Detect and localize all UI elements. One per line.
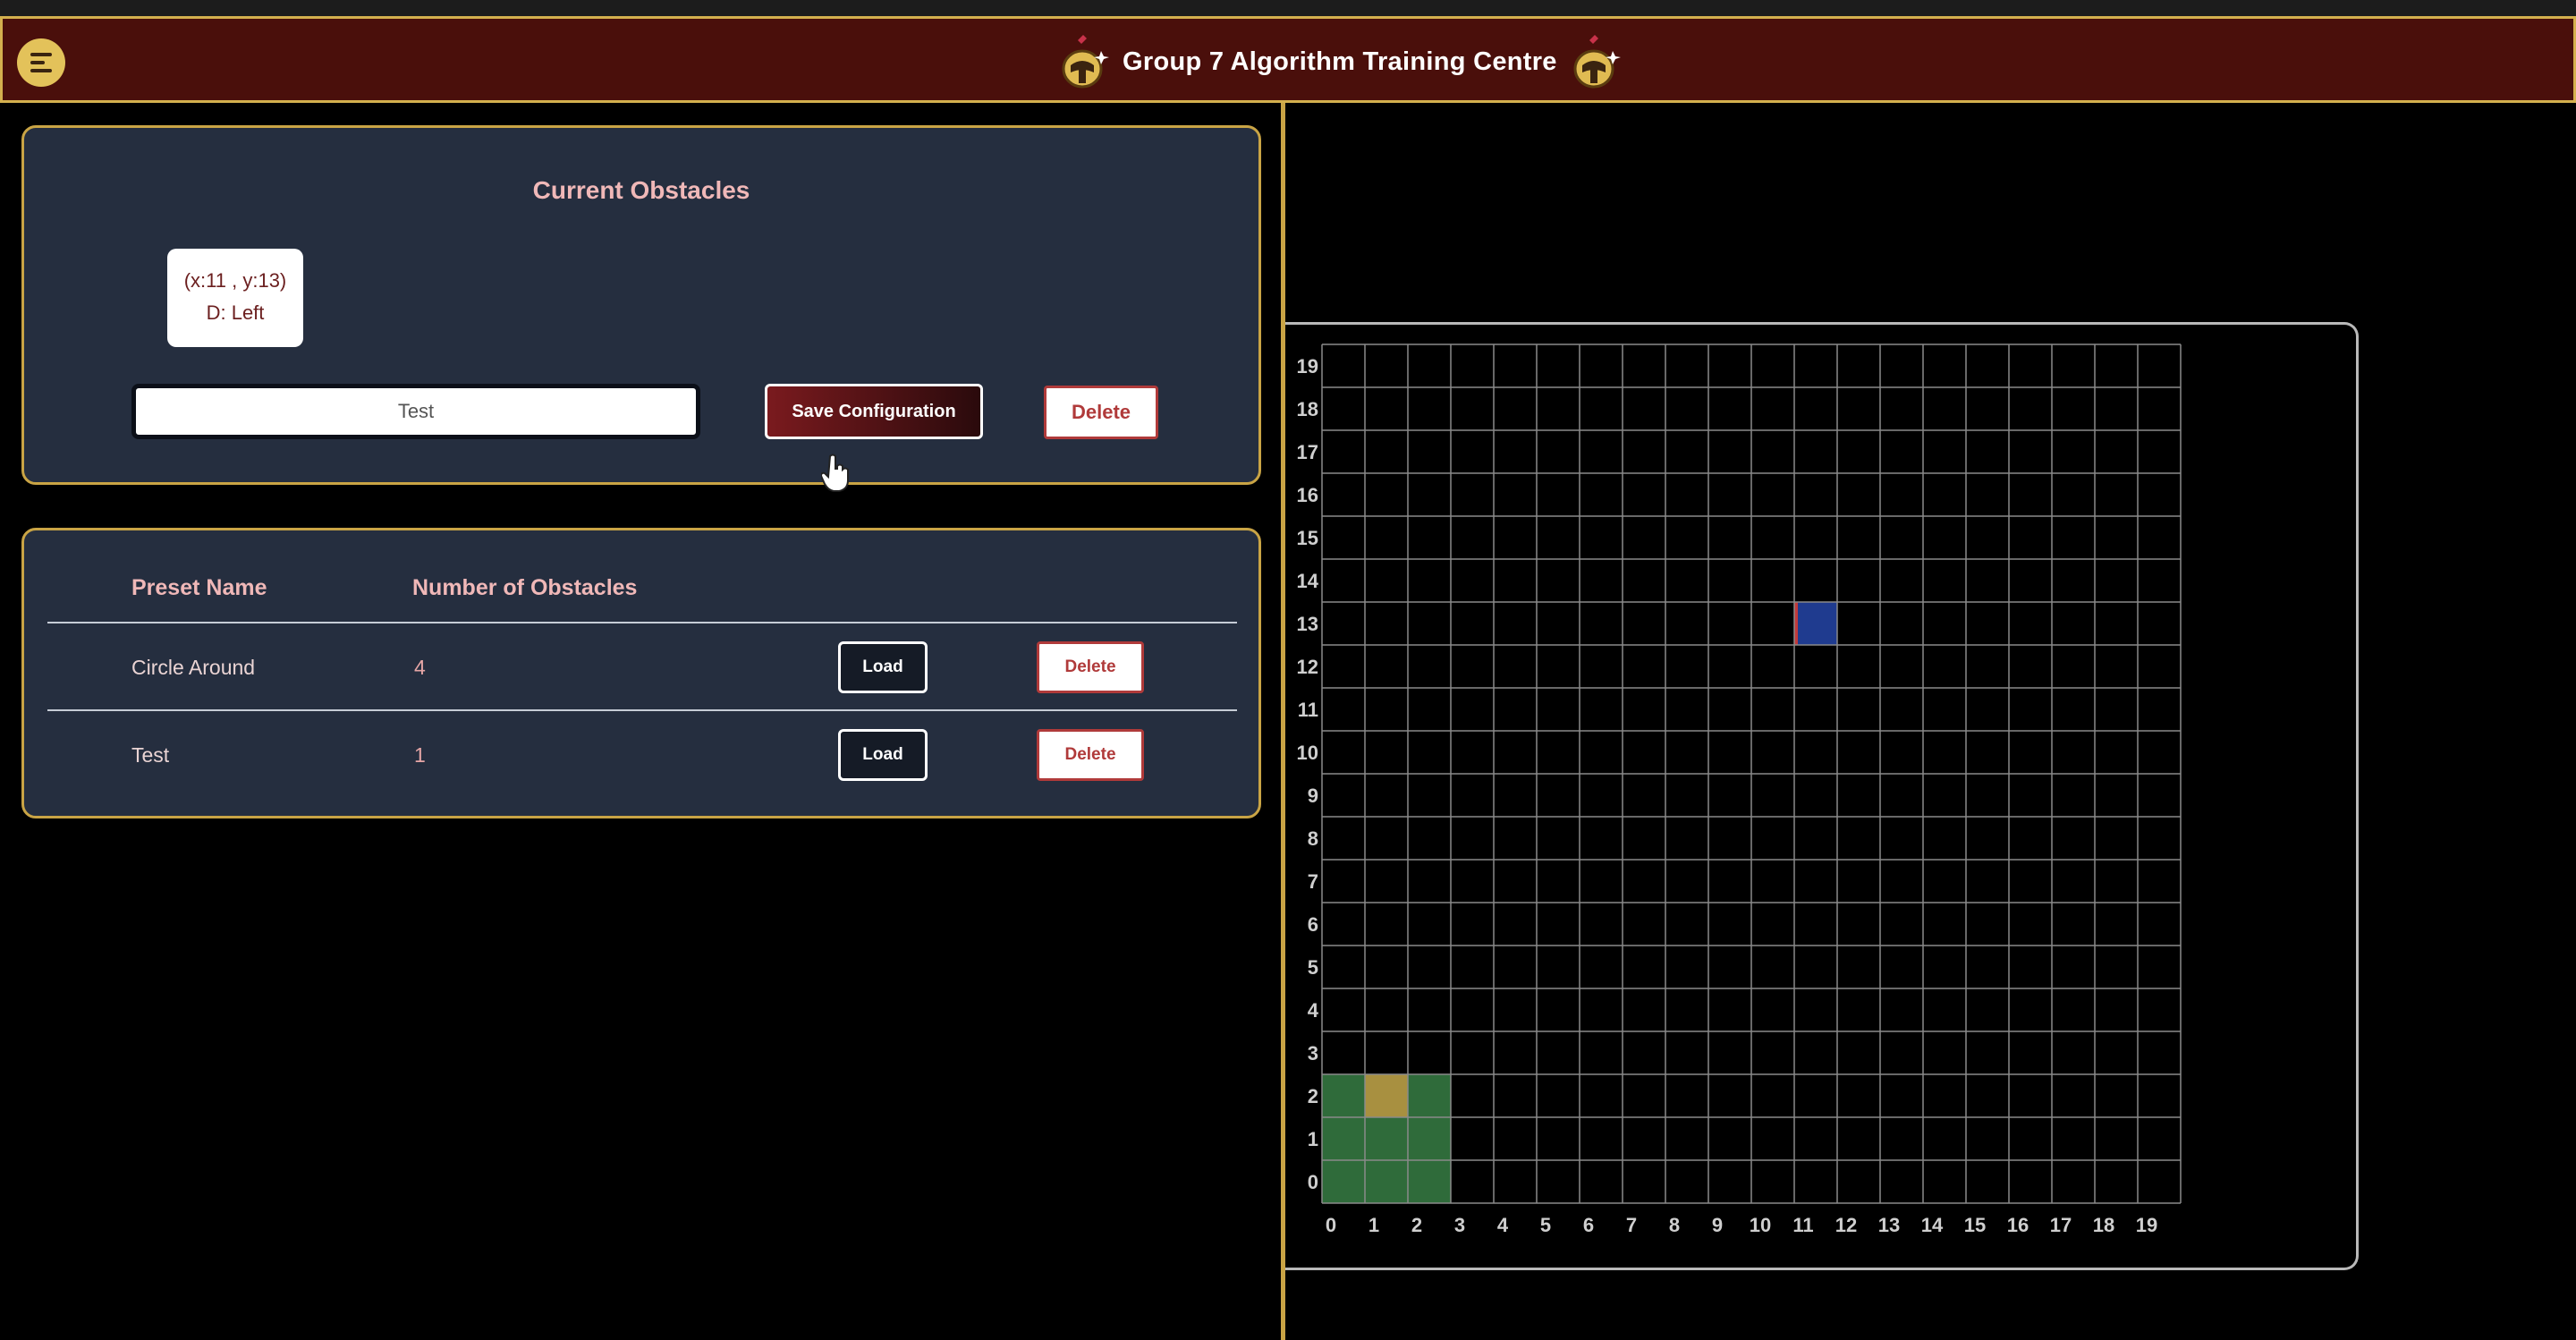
y-axis-label: 2: [1308, 1085, 1318, 1107]
x-axis-label: 6: [1583, 1214, 1594, 1236]
start-zone-cell: [1408, 1074, 1451, 1117]
header-title-group: Group 7 Algorithm Training Centre: [1058, 33, 1622, 90]
current-obstacles-title: Current Obstacles: [532, 176, 750, 204]
arena-grid[interactable]: 0 1 2 3 4 5 6 7 8 9 10 11 12 13 14 15 16 17 18 191918171615…: [1285, 340, 2269, 1252]
y-axis-label: 6: [1308, 913, 1318, 936]
presets-panel: Preset Name Number of Obstacles Circle A…: [21, 528, 1261, 818]
preset-name-cell: Circle Around: [131, 656, 256, 679]
delete-preset-button[interactable]: Delete: [1037, 641, 1144, 693]
obstacle-direction: D: Left: [206, 301, 265, 324]
y-axis-label: 14: [1297, 570, 1319, 592]
menu-button[interactable]: [17, 38, 65, 87]
start-zone-cell: [1322, 1117, 1365, 1160]
y-axis-label: 1: [1308, 1128, 1318, 1150]
y-axis-label: 15: [1297, 527, 1318, 549]
start-zone-cell: [1365, 1160, 1408, 1203]
table-divider: [47, 709, 1237, 711]
x-axis-label: 4: [1497, 1214, 1509, 1236]
y-axis-label: 8: [1308, 827, 1318, 850]
obstacle-coords: (x:11 , y:13): [183, 269, 287, 292]
y-axis-label: 3: [1308, 1042, 1318, 1064]
delete-obstacles-button[interactable]: Delete: [1044, 386, 1158, 439]
x-axis-label: 14: [1921, 1214, 1944, 1236]
y-axis-label: 7: [1308, 870, 1318, 893]
y-axis-label: 13: [1297, 613, 1318, 635]
start-zone-cell: [1322, 1160, 1365, 1203]
y-axis-label: 19: [1297, 355, 1318, 377]
app-header: Group 7 Algorithm Training Centre: [0, 16, 2576, 103]
y-axis-label: 9: [1308, 784, 1318, 807]
pointer-cursor-icon: [821, 454, 849, 492]
y-axis-label: 17: [1297, 441, 1318, 463]
y-axis-label: 12: [1297, 656, 1318, 678]
x-axis-label: 1: [1368, 1214, 1379, 1236]
y-axis-label: 18: [1297, 398, 1318, 420]
x-axis-label: 5: [1540, 1214, 1551, 1236]
preset-name-cell: Test: [131, 743, 170, 767]
obstacle-count-cell: 4: [414, 656, 426, 679]
y-axis-label: 10: [1297, 742, 1318, 764]
table-divider: [47, 622, 1237, 623]
obstacle-count-header: Number of Obstacles: [412, 575, 638, 600]
y-axis-label: 4: [1308, 999, 1319, 1022]
x-axis-label: 7: [1626, 1214, 1637, 1236]
load-preset-button[interactable]: Load: [838, 729, 928, 781]
hamburger-icon-line: [30, 61, 45, 64]
save-configuration-button[interactable]: Save Configuration: [765, 384, 983, 439]
x-axis-label: 15: [1964, 1214, 1986, 1236]
x-axis-label: 19: [2136, 1214, 2157, 1236]
obstacle-cell[interactable]: [1794, 602, 1837, 645]
x-axis-label: 12: [1835, 1214, 1857, 1236]
x-axis-label: 0: [1326, 1214, 1336, 1236]
x-axis-label: 11: [1792, 1214, 1813, 1236]
delete-preset-button[interactable]: Delete: [1037, 729, 1144, 781]
start-zone-cell: [1408, 1160, 1451, 1203]
x-axis-label: 9: [1712, 1214, 1723, 1236]
load-preset-button[interactable]: Load: [838, 641, 928, 693]
app-title: Group 7 Algorithm Training Centre: [1123, 47, 1557, 76]
window-top-edge: [0, 0, 2576, 16]
start-zone-cell: [1408, 1117, 1451, 1160]
x-axis-label: 13: [1878, 1214, 1900, 1236]
current-obstacles-panel: Current Obstacles (x:11 , y:13) D: Left …: [21, 125, 1261, 485]
x-axis-label: 10: [1750, 1214, 1771, 1236]
obstacle-card[interactable]: (x:11 , y:13) D: Left: [167, 249, 303, 347]
preset-name-input[interactable]: [131, 384, 700, 439]
hamburger-icon-line: [30, 69, 52, 72]
y-axis-label: 5: [1308, 956, 1318, 979]
obstacle-count-cell: 1: [414, 743, 426, 767]
x-axis-label: 16: [2007, 1214, 2029, 1236]
hamburger-icon: [30, 53, 52, 56]
x-axis-label: 2: [1411, 1214, 1422, 1236]
robot-cell: [1365, 1074, 1408, 1117]
helmet-icon: [1062, 35, 1109, 89]
x-axis-label: 8: [1669, 1214, 1680, 1236]
y-axis-label: 11: [1298, 699, 1318, 721]
x-axis-label: 17: [2050, 1214, 2072, 1236]
preset-name-header: Preset Name: [131, 575, 267, 600]
y-axis-label: 0: [1308, 1171, 1318, 1193]
x-axis-label: 18: [2093, 1214, 2114, 1236]
x-axis-label: 3: [1454, 1214, 1465, 1236]
helmet-icon: [1573, 35, 1621, 89]
start-zone-cell: [1365, 1117, 1408, 1160]
y-axis-label: 16: [1297, 484, 1318, 506]
start-zone-cell: [1322, 1074, 1365, 1117]
